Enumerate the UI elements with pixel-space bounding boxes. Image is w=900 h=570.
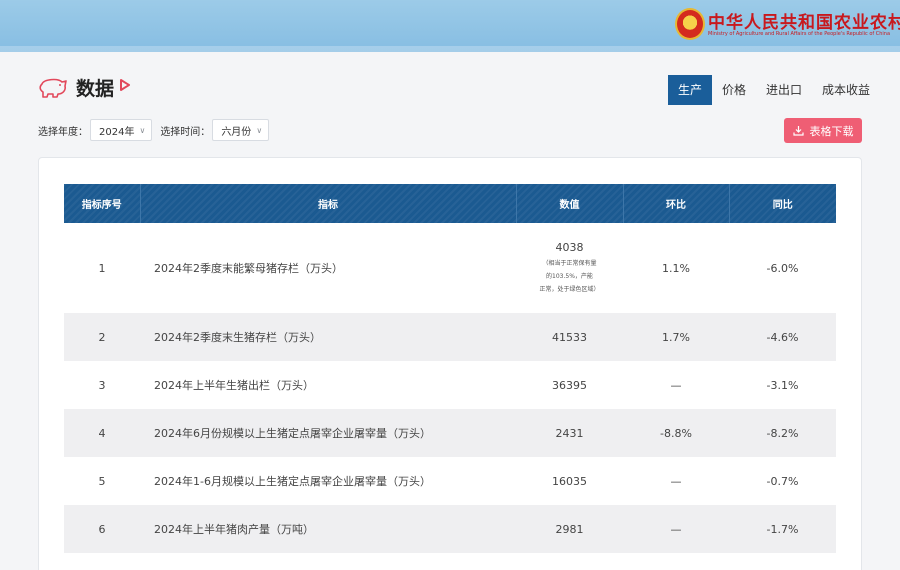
table-header-row: 指标序号 指标 数值 环比 同比 xyxy=(64,184,836,223)
col-header-value: 数值 xyxy=(516,184,624,223)
row-indicator: 2024年2季度末生猪存栏（万头） xyxy=(154,331,321,344)
row-indicator: 2024年上半年生猪出栏（万头） xyxy=(154,379,314,392)
row-no: 4 xyxy=(98,426,106,440)
row-yoy: -4.6% xyxy=(766,330,799,344)
row-value-main: 4038 xyxy=(555,240,584,254)
col-header-mom: 环比 xyxy=(623,184,730,223)
chevron-down-icon: ∨ xyxy=(256,125,263,135)
year-select-value: 2024年 xyxy=(99,126,135,138)
year-filter-label: 选择年度： xyxy=(38,126,88,138)
row-value-note: 的103.5%，产能 xyxy=(546,272,593,280)
table-row: 6 2024年上半年猪肉产量（万吨） 2981 — -1.7% xyxy=(64,505,836,553)
row-indicator: 2024年2季度末能繁母猪存栏（万头） xyxy=(154,262,343,275)
row-yoy: -8.2% xyxy=(766,426,799,440)
chevron-down-icon: ∨ xyxy=(139,125,146,135)
month-select[interactable]: 六月份 ∨ xyxy=(212,119,270,141)
category-tabs: 生产 价格 进出口 成本收益 xyxy=(668,75,880,105)
row-mom: — xyxy=(670,522,682,536)
row-value: 16035 xyxy=(552,474,587,488)
row-no: 5 xyxy=(98,474,106,488)
row-value-note: 正常，处于绿色区域） xyxy=(539,285,600,293)
time-filter-label: 选择时间： xyxy=(160,126,211,138)
col-header-indicator: 指标 xyxy=(140,184,517,223)
tab-import-export[interactable]: 进出口 xyxy=(756,75,812,105)
pig-icon xyxy=(39,78,67,98)
page-title: 数据 xyxy=(76,78,115,100)
row-mom: 1.7% xyxy=(662,330,690,344)
col-header-yoy: 同比 xyxy=(729,184,836,223)
row-mom: — xyxy=(670,378,682,392)
row-value: 2981 xyxy=(555,522,584,536)
row-yoy: -6.0% xyxy=(766,261,799,275)
ministry-name-en[interactable]: Ministry of Agriculture and Rural Affair… xyxy=(708,31,890,37)
table-row: 4 2024年6月份规模以上生猪定点屠宰企业屠宰量（万头） 2431 -8.8%… xyxy=(64,409,836,457)
download-icon xyxy=(792,126,804,136)
table-row: 2 2024年2季度末生猪存栏（万头） 41533 1.7% -4.6% xyxy=(64,313,836,361)
tab-cost-revenue[interactable]: 成本收益 xyxy=(812,75,880,105)
row-value: 36395 xyxy=(552,378,587,392)
row-no: 3 xyxy=(98,378,106,392)
row-mom: 1.1% xyxy=(662,261,690,275)
download-label: 表格下载 xyxy=(809,124,854,138)
row-no: 1 xyxy=(98,261,106,275)
download-table-button[interactable]: 表格下载 xyxy=(784,118,862,143)
row-indicator: 2024年1-6月规模以上生猪定点屠宰企业屠宰量（万头） xyxy=(154,475,431,488)
table-row: 5 2024年1-6月规模以上生猪定点屠宰企业屠宰量（万头） 16035 — -… xyxy=(64,457,836,505)
table-row: 1 2024年2季度末能繁母猪存栏（万头） 4038 （相当于正常保有量 的10… xyxy=(64,223,836,313)
national-emblem-icon xyxy=(675,8,705,40)
row-mom: -8.8% xyxy=(660,426,692,440)
row-indicator: 2024年上半年猪肉产量（万吨） xyxy=(154,523,314,536)
year-select[interactable]: 2024年 ∨ xyxy=(90,119,153,141)
row-value: 2431 xyxy=(555,426,584,440)
tab-price[interactable]: 价格 xyxy=(712,75,756,105)
row-yoy: -0.7% xyxy=(766,474,799,488)
table-row: 3 2024年上半年生猪出栏（万头） 36395 — -3.1% xyxy=(64,361,836,409)
row-no: 2 xyxy=(98,330,106,344)
filter-bar: 选择年度： 2024年 ∨ 选择时间： 六月份 ∨ xyxy=(38,119,277,141)
row-value-note: （相当于正常保有量 xyxy=(542,259,597,267)
ministry-name-cn[interactable]: 中华人民共和国农业农村部 xyxy=(708,8,900,33)
row-value: 41533 xyxy=(552,330,587,344)
col-header-no: 指标序号 xyxy=(64,184,141,223)
row-yoy: -1.7% xyxy=(766,522,799,536)
top-banner: 中华人民共和国农业农村部 Ministry of Agriculture and… xyxy=(0,0,900,52)
data-table: 指标序号 指标 数值 环比 同比 1 2024年2季度末能繁母猪存栏（万头） 4… xyxy=(64,184,836,553)
tab-production[interactable]: 生产 xyxy=(668,75,713,105)
row-no: 6 xyxy=(98,522,106,536)
arrow-right-icon xyxy=(120,79,130,91)
row-indicator: 2024年6月份规模以上生猪定点屠宰企业屠宰量（万头） xyxy=(154,427,431,440)
row-mom: — xyxy=(670,474,682,488)
row-yoy: -3.1% xyxy=(766,378,799,392)
month-select-value: 六月份 xyxy=(221,126,252,138)
row-value: 4038 （相当于正常保有量 的103.5%，产能 正常，处于绿色区域） xyxy=(516,223,623,313)
